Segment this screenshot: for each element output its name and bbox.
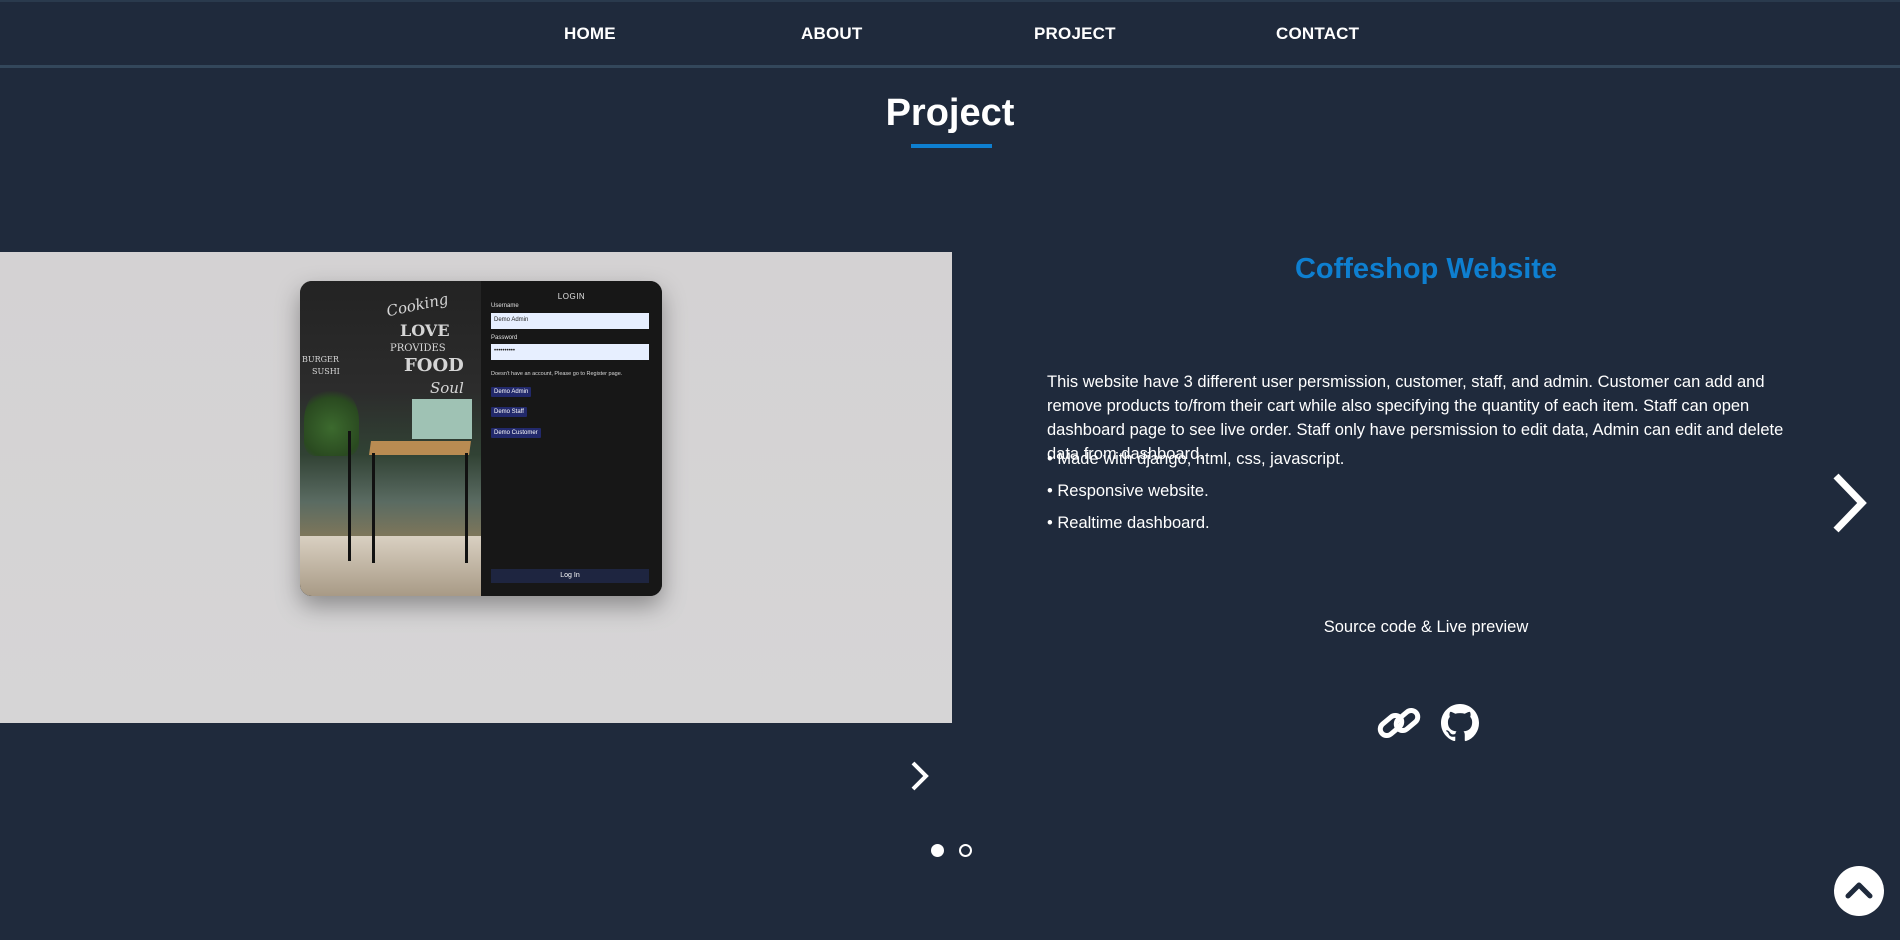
top-navbar: HOME ABOUT PROJECT CONTACT — [0, 0, 1900, 68]
source-label: Source code & Live preview — [1323, 618, 1529, 636]
restaurant-photo: Cooking LOVE PROVIDES FOOD Soul BURGER S… — [300, 281, 481, 596]
chevron-right-icon[interactable] — [908, 760, 932, 792]
password-label: Password — [491, 335, 518, 341]
register-note: Doesn't have an account, Please go to Re… — [491, 371, 623, 377]
feature-item: • Responsive website. — [1047, 482, 1209, 500]
scroll-to-top-button[interactable] — [1834, 866, 1884, 916]
demo-staff-button: Demo Staff — [491, 407, 527, 417]
demo-admin-button: Demo Admin — [491, 387, 532, 397]
next-slide-arrow-icon[interactable] — [1828, 472, 1870, 534]
mural-text: SUSHI — [312, 367, 340, 376]
wall-panel — [412, 399, 472, 439]
feature-item: • Made with django, html, css, javascrip… — [1047, 450, 1345, 468]
username-label: Username — [491, 303, 519, 309]
device-mockup: Cooking LOVE PROVIDES FOOD Soul BURGER S… — [300, 281, 662, 596]
mural-text: FOOD — [404, 355, 464, 376]
title-underline — [911, 144, 992, 148]
mural-text: Cooking — [384, 289, 450, 321]
nav-item-home[interactable]: HOME — [564, 24, 616, 44]
mural-text: Soul — [430, 379, 464, 397]
login-panel: LOGIN Username Demo Admin Password •••••… — [481, 281, 662, 596]
project-screenshot: Cooking LOVE PROVIDES FOOD Soul BURGER S… — [0, 252, 952, 723]
nav-item-project[interactable]: PROJECT — [1034, 24, 1116, 44]
mural-text: BURGER — [302, 355, 339, 364]
username-field: Demo Admin — [491, 313, 649, 329]
mural-text: PROVIDES — [390, 343, 446, 354]
table-leg — [372, 453, 375, 563]
login-button: Log In — [491, 569, 649, 583]
carousel-dot-1[interactable] — [931, 844, 944, 857]
section-title: Project — [885, 92, 1015, 134]
feature-item: • Realtime dashboard. — [1047, 514, 1210, 532]
nav-item-about[interactable]: ABOUT — [801, 24, 862, 44]
nav-item-contact[interactable]: CONTACT — [1276, 24, 1359, 44]
link-icon[interactable] — [1376, 703, 1422, 743]
chevron-up-icon — [1845, 882, 1873, 899]
password-field: •••••••••• — [491, 344, 649, 360]
login-title: LOGIN — [557, 292, 586, 301]
project-title: Coffeshop Website — [1294, 253, 1558, 285]
table — [369, 441, 471, 455]
floor — [300, 536, 481, 596]
mural-text: LOVE — [400, 321, 450, 340]
demo-customer-button: Demo Customer — [491, 428, 541, 438]
github-icon[interactable] — [1441, 704, 1479, 742]
carousel-dot-2[interactable] — [959, 844, 972, 857]
chair-leg — [348, 431, 351, 561]
table-leg — [465, 453, 468, 563]
